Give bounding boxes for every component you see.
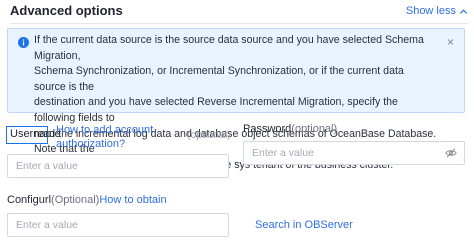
- how-to-obtain-link[interactable]: How to obtain: [99, 194, 166, 206]
- info-alert: If the current data source is the source…: [7, 28, 465, 171]
- close-icon[interactable]: ×: [447, 36, 454, 48]
- info-icon: [18, 37, 29, 48]
- password-field[interactable]: [243, 141, 465, 165]
- section-title: Advanced options: [10, 3, 123, 18]
- password-label-text: Password: [243, 123, 292, 135]
- account-authorization-help-link[interactable]: How to add account authorization?: [56, 123, 186, 151]
- show-less-toggle[interactable]: Show less: [406, 5, 468, 17]
- username-input[interactable]: [7, 154, 229, 178]
- chevron-up-icon[interactable]: [459, 7, 468, 16]
- configurl-input[interactable]: [7, 213, 229, 237]
- show-less-label[interactable]: Show less: [406, 5, 456, 17]
- section-header: Advanced options Show less: [10, 0, 468, 22]
- password-label: Password(optional): [243, 123, 337, 135]
- configurl-label: Configurl(Optional)How to obtain: [7, 194, 167, 206]
- username-label: Username: [6, 126, 61, 144]
- eye-off-icon[interactable]: [445, 147, 457, 159]
- password-optional-hint: (optional): [291, 123, 338, 135]
- username-optional-hint: (optional): [187, 129, 231, 141]
- password-input[interactable]: [243, 141, 465, 165]
- advanced-options-panel: Advanced options Show less If the curren…: [0, 0, 474, 245]
- search-in-observer-link[interactable]: Search in OBServer: [255, 219, 353, 231]
- configurl-label-text: Configurl: [7, 194, 52, 206]
- section-divider: [10, 23, 468, 24]
- configurl-optional-hint: (Optional): [51, 194, 100, 206]
